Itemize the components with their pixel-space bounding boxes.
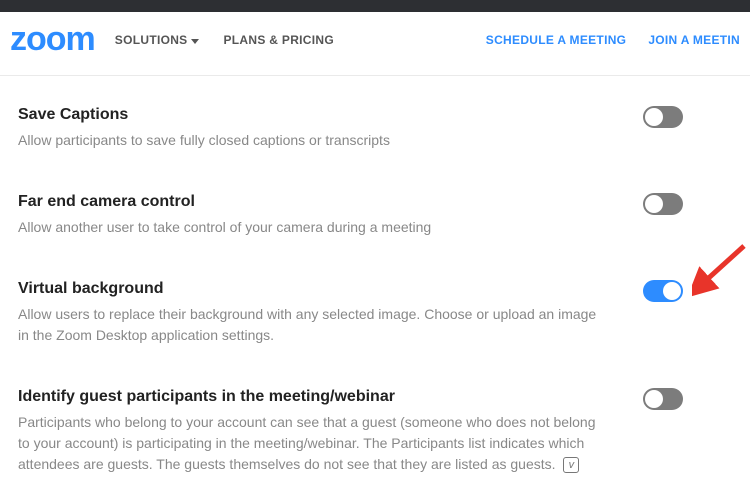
nav-solutions-label: SOLUTIONS [115,33,188,47]
schedule-meeting-link[interactable]: SCHEDULE A MEETING [486,33,627,47]
setting-title: Save Captions [18,106,643,124]
setting-desc: Allow another user to take control of yo… [18,217,598,238]
setting-far-end-camera: Far end camera control Allow another use… [18,193,643,280]
nav-solutions[interactable]: SOLUTIONS [115,33,200,47]
setting-virtual-background: Virtual background Allow users to replac… [18,280,643,388]
toggle-identify-guests[interactable] [643,388,683,410]
setting-desc: Allow participants to save fully closed … [18,130,598,151]
toggle-save-captions[interactable] [643,106,683,128]
caret-down-icon [191,33,199,47]
setting-identify-guests: Identify guest participants in the meeti… [18,388,643,485]
join-meeting-link[interactable]: JOIN A MEETIN [648,33,740,47]
window-topbar [0,0,750,12]
setting-title: Virtual background [18,280,643,298]
nav-plans-label: PLANS & PRICING [223,33,334,47]
setting-desc: Allow users to replace their background … [18,304,598,346]
toggle-far-end-camera[interactable] [643,193,683,215]
toggle-virtual-background[interactable] [643,280,683,302]
zoom-logo[interactable]: zoom [10,20,95,59]
info-icon[interactable]: v [563,457,579,473]
setting-desc: Participants who belong to your account … [18,412,598,475]
header: zoom SOLUTIONS PLANS & PRICING SCHEDULE … [0,12,750,76]
settings-list: Save Captions Allow participants to save… [0,76,750,485]
nav-plans-pricing[interactable]: PLANS & PRICING [223,33,334,47]
setting-title: Far end camera control [18,193,643,211]
setting-title: Identify guest participants in the meeti… [18,388,643,406]
setting-save-captions: Save Captions Allow participants to save… [18,106,643,193]
